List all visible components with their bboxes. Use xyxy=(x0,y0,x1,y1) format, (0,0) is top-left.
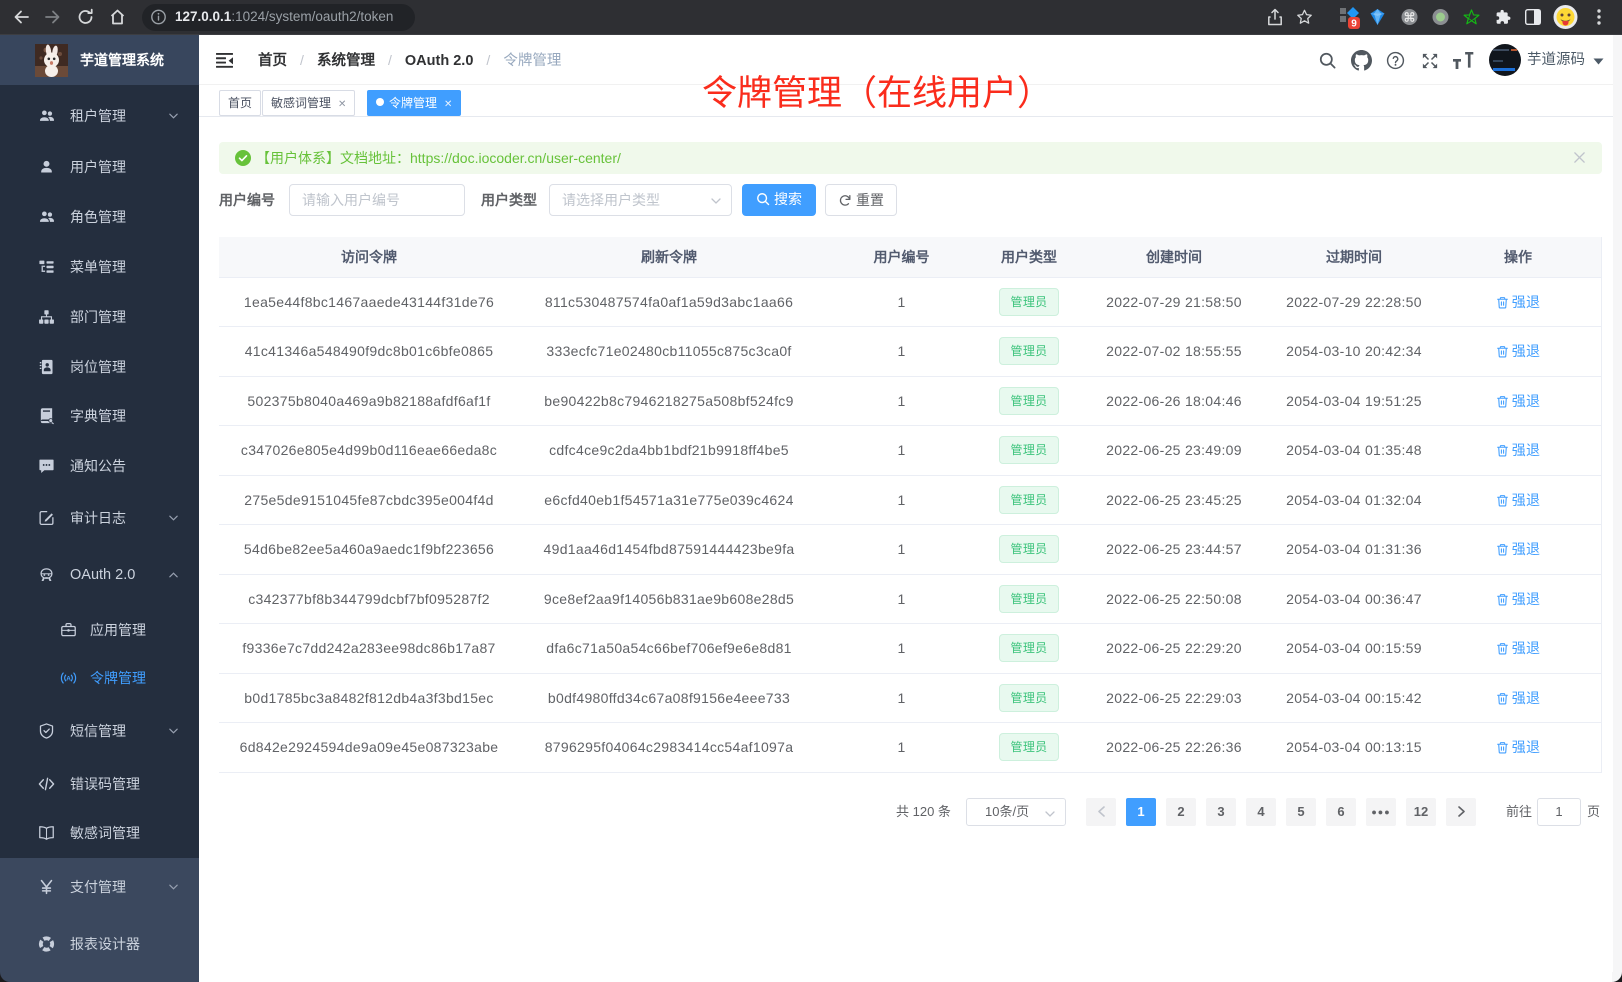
svg-text:A: A xyxy=(66,675,71,682)
svg-text:9: 9 xyxy=(1351,19,1357,30)
